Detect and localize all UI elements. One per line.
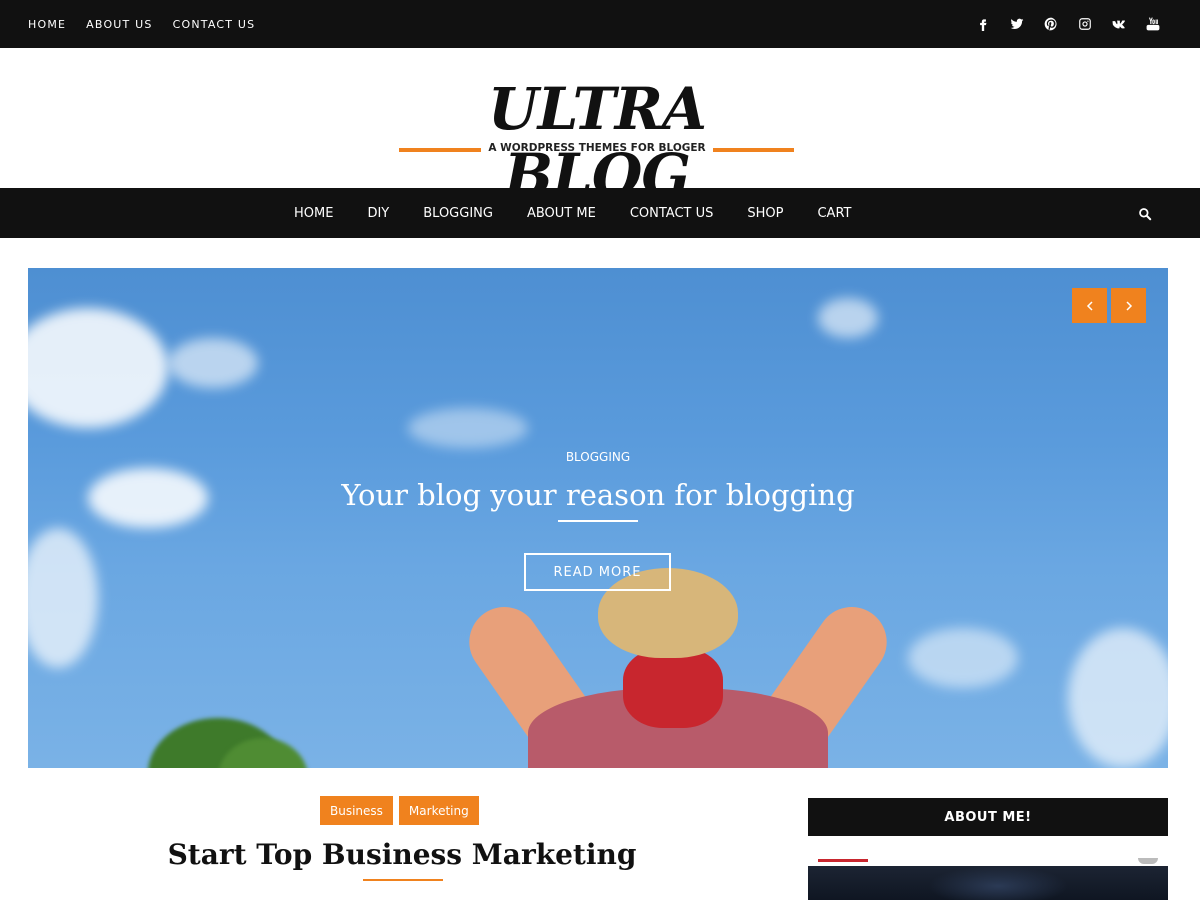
- chevron-left-icon[interactable]: [1072, 288, 1107, 323]
- twitter-icon[interactable]: [1010, 17, 1024, 31]
- hero-category[interactable]: BLOGGING: [28, 450, 1168, 464]
- chevron-right-icon[interactable]: [1111, 288, 1146, 323]
- nav-item-cart[interactable]: CART: [817, 206, 851, 221]
- pinterest-icon[interactable]: [1044, 17, 1058, 31]
- hero-title-underline: [558, 520, 638, 522]
- hero-cloud: [408, 408, 528, 448]
- tag-business[interactable]: Business: [320, 796, 393, 825]
- tagline-line-left: [399, 148, 481, 152]
- hero-cloud: [28, 308, 168, 428]
- top-bar: HOME ABOUT US CONTACT US: [0, 0, 1200, 48]
- facebook-icon[interactable]: [976, 17, 990, 31]
- tagline-line-right: [713, 148, 794, 152]
- hero-cloud: [1068, 628, 1168, 768]
- hero-cloud: [28, 528, 98, 668]
- nav-item-about-me[interactable]: ABOUT ME: [527, 206, 596, 221]
- top-nav-contact-us[interactable]: CONTACT US: [173, 18, 256, 31]
- post-tags: Business Marketing: [320, 796, 479, 825]
- vk-icon[interactable]: [1112, 17, 1126, 31]
- site-tagline: A WORDPRESS THEMES FOR BLOGER: [488, 142, 706, 154]
- nav-item-diy[interactable]: DIY: [367, 206, 389, 221]
- about-me-image: [808, 866, 1168, 900]
- slider-arrows: [1072, 288, 1146, 323]
- nav-item-contact-us[interactable]: CONTACT US: [630, 206, 714, 221]
- hero-cloud: [168, 338, 258, 388]
- about-me-image-glow: [928, 866, 1068, 900]
- main-nav: HOME DIY BLOGGING ABOUT ME CONTACT US SH…: [0, 188, 1200, 238]
- about-me-widget-title: ABOUT ME!: [808, 798, 1168, 836]
- social-links: [976, 0, 1160, 48]
- about-me-decoration: [1138, 858, 1158, 864]
- about-me-accent: [818, 859, 868, 862]
- nav-item-home[interactable]: HOME: [294, 206, 333, 221]
- hero-cloud: [818, 298, 878, 338]
- read-more-button[interactable]: READ MORE: [524, 553, 671, 591]
- post-title-underline: [363, 879, 443, 881]
- tag-marketing[interactable]: Marketing: [398, 796, 479, 825]
- site-branding: ULTRA BLOG A WORDPRESS THEMES FOR BLOGER: [0, 48, 1200, 208]
- search-icon[interactable]: [1138, 206, 1154, 222]
- top-nav-about-us[interactable]: ABOUT US: [86, 18, 152, 31]
- hero-person-hair: [623, 648, 723, 728]
- nav-item-shop[interactable]: SHOP: [747, 206, 783, 221]
- top-nav: HOME ABOUT US CONTACT US: [28, 0, 255, 48]
- nav-item-blogging[interactable]: BLOGGING: [423, 206, 493, 221]
- youtube-icon[interactable]: [1146, 17, 1160, 31]
- instagram-icon[interactable]: [1078, 17, 1092, 31]
- top-nav-home[interactable]: HOME: [28, 18, 66, 31]
- hero-cloud: [908, 628, 1018, 688]
- post-title[interactable]: Start Top Business Marketing: [28, 838, 776, 871]
- hero-title[interactable]: Your blog your reason for blogging: [28, 478, 1168, 512]
- hero-slider: BLOGGING Your blog your reason for blogg…: [28, 268, 1168, 768]
